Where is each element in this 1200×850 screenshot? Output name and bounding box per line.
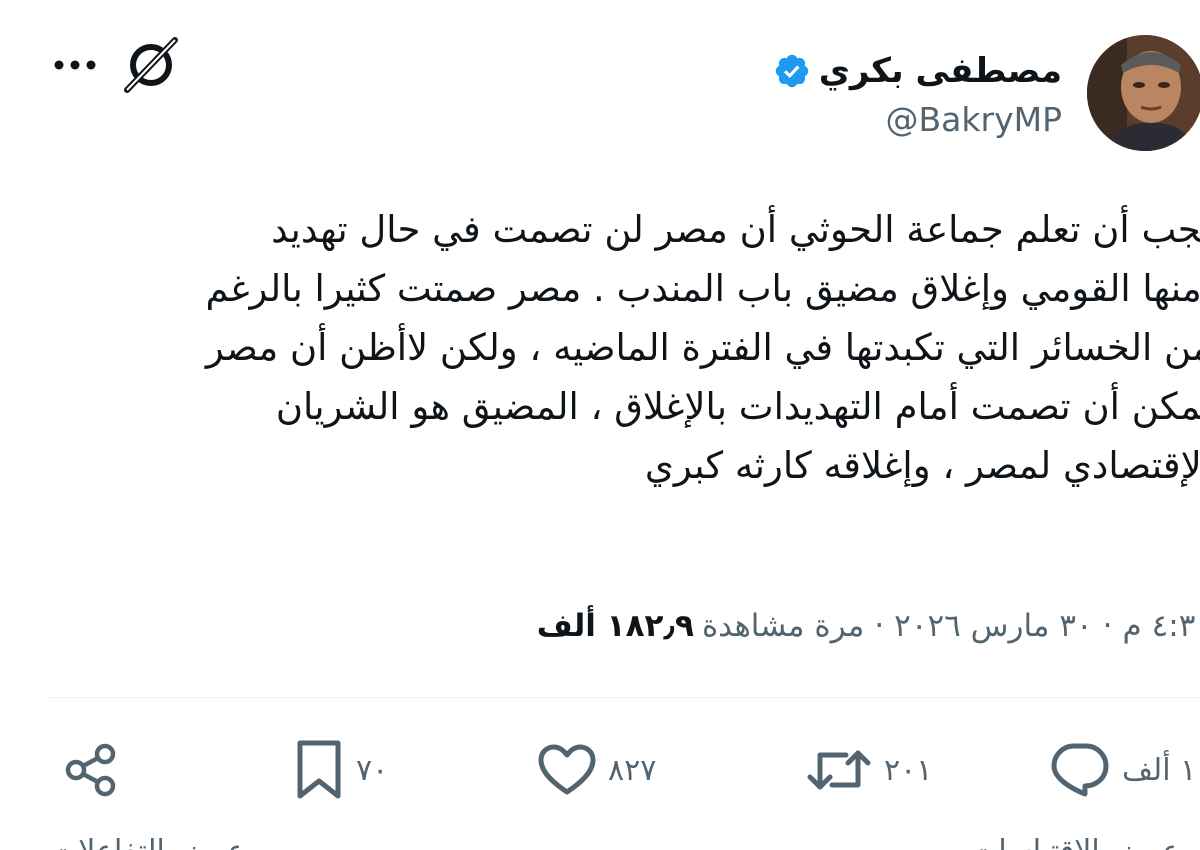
tweet-line: يمكن أن تصمت أمام التهديدات بالإغلاق ، ا…	[275, 385, 1200, 428]
author-name-row: مصطفى بكري	[773, 46, 1062, 96]
bookmark-icon	[294, 739, 344, 801]
tweet-line: أمنها القومي وإغلاق مضيق باب المندب . مص…	[205, 267, 1200, 310]
share-button[interactable]	[62, 730, 120, 810]
tweet-text: يجب أن تعلم جماعة الحوثي أن مصر لن تصمت …	[62, 200, 1200, 495]
meta-separator: ·	[1102, 608, 1113, 644]
views-count: ١٨٢٫٩ ألف	[536, 608, 694, 644]
repost-icon	[806, 743, 872, 797]
more-icon	[54, 60, 96, 70]
tweet-line: الإقتصادي لمصر ، وإغلاقه كارثه كبري	[644, 444, 1200, 487]
meta-separator: ·	[874, 608, 885, 644]
like-button[interactable]: ٨٢٧	[538, 730, 656, 810]
author-handle[interactable]: @BakryMP	[886, 100, 1062, 139]
engagement-links-row: عرض التفاعلات عرض الاقتباسات	[40, 828, 1200, 850]
avatar[interactable]	[1087, 35, 1200, 151]
view-interactions-link[interactable]: عرض التفاعلات	[50, 834, 245, 850]
action-bar: ٧٠ ٨٢٧ ٢٠١ ١ ألف	[0, 730, 1200, 810]
like-count: ٨٢٧	[608, 752, 657, 788]
grok-icon	[124, 37, 178, 93]
tweet-line: من الخسائر التي تكبدتها في الفترة الماضي…	[205, 326, 1200, 369]
divider	[45, 697, 1200, 698]
verified-badge-icon[interactable]	[773, 52, 811, 90]
view-quotes-link[interactable]: عرض الاقتباسات	[970, 834, 1180, 850]
reply-icon	[1050, 742, 1110, 798]
heart-icon	[538, 744, 596, 796]
views-label: مرة مشاهدة	[701, 608, 865, 644]
share-icon	[62, 741, 120, 799]
tweet-line: يجب أن تعلم جماعة الحوثي أن مصر لن تصمت …	[271, 208, 1200, 251]
repost-count: ٢٠١	[884, 752, 933, 788]
bookmark-button[interactable]: ٧٠	[294, 730, 388, 810]
bookmark-count: ٧٠	[356, 752, 389, 788]
tweet-time[interactable]: ٤:٣٠ م	[1123, 608, 1200, 644]
grok-button[interactable]	[120, 36, 182, 94]
tweet-meta: ٤:٣٠ م · ٣٠ مارس ٢٠٢٦ · مرة مشاهدة ١٨٢٫٩…	[537, 601, 1200, 651]
repost-button[interactable]: ٢٠١	[806, 730, 932, 810]
reply-button[interactable]: ١ ألف	[1050, 730, 1196, 810]
reply-count: ١ ألف	[1122, 752, 1197, 788]
tweet-date[interactable]: ٣٠ مارس ٢٠٢٦	[894, 608, 1093, 644]
more-options-button[interactable]	[50, 50, 100, 80]
author-display-name[interactable]: مصطفى بكري	[819, 51, 1062, 91]
